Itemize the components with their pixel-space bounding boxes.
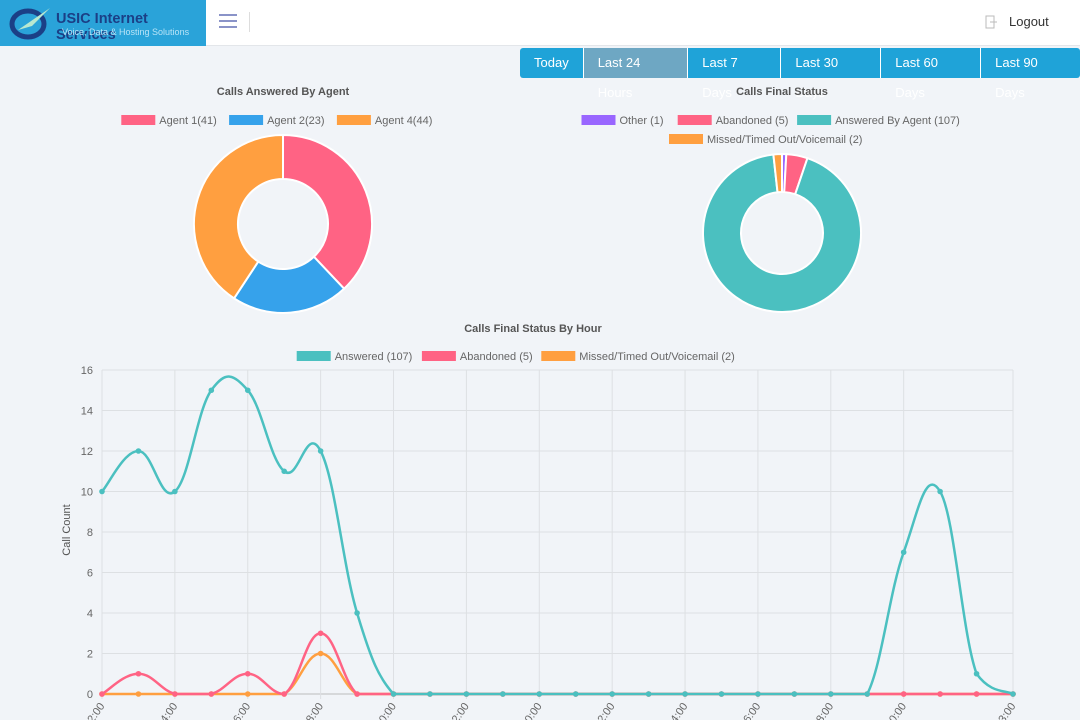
data-point <box>208 691 215 697</box>
data-point <box>973 670 980 677</box>
x-tick-label: 13:00 <box>993 701 1019 720</box>
y-tick-label: 0 <box>87 689 93 701</box>
data-point <box>281 468 288 475</box>
legend-label: Abandoned (5) <box>716 115 789 127</box>
data-point <box>1010 691 1016 697</box>
x-tick-label: 14:00 <box>155 701 181 720</box>
legend-swatch <box>677 115 712 125</box>
legend-swatch <box>669 134 703 144</box>
y-tick-label: 8 <box>87 527 93 539</box>
x-tick-label: 16:00 <box>228 701 254 720</box>
x-tick-label: 04:00 <box>665 701 691 720</box>
data-point <box>99 488 105 495</box>
data-point <box>135 670 142 677</box>
x-tick-label: 02:00 <box>592 701 618 720</box>
data-point <box>937 488 943 495</box>
y-tick-label: 4 <box>87 608 93 620</box>
series-line <box>101 652 1013 696</box>
data-point <box>645 691 652 697</box>
legend-label: Missed/Timed Out/Voicemail (2) <box>707 134 862 146</box>
data-point <box>755 691 761 697</box>
legend-label: Answered By Agent (107) <box>835 115 960 127</box>
y-tick-label: 6 <box>87 568 93 580</box>
data-point <box>354 610 360 616</box>
legend-label: Abandoned (5) <box>460 351 533 363</box>
legend-swatch <box>421 351 456 361</box>
charts-area: Calls Answered By Agent Agent 1(41) Agent … <box>61 86 1019 720</box>
data-point <box>682 691 688 697</box>
data-point <box>427 691 433 697</box>
data-point <box>172 488 178 495</box>
x-tick-label: 08:00 <box>811 701 837 720</box>
data-point <box>390 691 397 697</box>
data-point <box>135 691 142 697</box>
chart-title: Calls Final Status <box>736 86 828 98</box>
data-point <box>864 691 871 697</box>
data-point <box>900 691 907 697</box>
data-point <box>244 691 251 697</box>
data-point <box>244 387 251 394</box>
data-point <box>536 691 543 697</box>
data-point <box>172 691 178 697</box>
x-tick-label: 18:00 <box>300 701 326 720</box>
data-point <box>244 670 251 677</box>
data-point <box>828 691 834 697</box>
legend-label: Missed/Timed Out/Voicemail (2) <box>579 351 734 363</box>
data-point <box>317 448 324 454</box>
y-tick-label: 2 <box>87 649 93 661</box>
legend-swatch <box>229 115 264 125</box>
y-axis-label: Call Count <box>61 504 73 555</box>
series-line <box>101 375 1014 696</box>
legend-swatch <box>797 115 832 125</box>
data-point <box>281 691 288 697</box>
data-point <box>354 691 360 697</box>
y-tick-label: 10 <box>81 487 93 499</box>
data-point <box>572 691 579 697</box>
y-tick-label: 16 <box>81 365 93 377</box>
legend-swatch <box>336 115 371 125</box>
x-tick-label: 20:00 <box>373 701 399 720</box>
data-point <box>463 691 470 697</box>
x-tick-label: 06:00 <box>738 701 764 720</box>
data-point <box>718 691 725 697</box>
x-tick-label: 12:00 <box>82 701 108 720</box>
x-tick-label: 10:00 <box>884 701 910 720</box>
data-point <box>609 691 615 697</box>
data-point <box>500 691 506 697</box>
legend-label: Agent 4(44) <box>375 115 432 127</box>
pie-slice-agent-1 <box>282 133 373 291</box>
legend-swatch <box>121 115 156 125</box>
legend-label: Other (1) <box>620 115 664 127</box>
legend-label: Answered (107) <box>335 351 413 363</box>
legend-label: Agent 2(23) <box>267 115 324 127</box>
chart-title: Calls Final Status By Hour <box>464 323 602 335</box>
data-point <box>99 691 105 697</box>
data-point <box>973 691 980 697</box>
data-point <box>317 650 324 657</box>
data-point <box>208 387 215 394</box>
data-point <box>317 630 324 637</box>
data-point <box>900 549 907 556</box>
legend-swatch <box>581 115 616 125</box>
legend-swatch <box>296 351 331 361</box>
y-tick-label: 12 <box>81 446 93 458</box>
y-tick-label: 14 <box>81 406 93 418</box>
chart-title: Calls Answered By Agent <box>217 86 350 98</box>
x-tick-label: 22:00 <box>446 701 472 720</box>
x-tick-label: 00:00 <box>519 701 545 720</box>
data-point <box>937 691 943 697</box>
legend-swatch <box>541 351 576 361</box>
legend-label: Agent 1(41) <box>159 115 216 127</box>
data-point <box>135 448 142 454</box>
data-point <box>791 691 798 697</box>
